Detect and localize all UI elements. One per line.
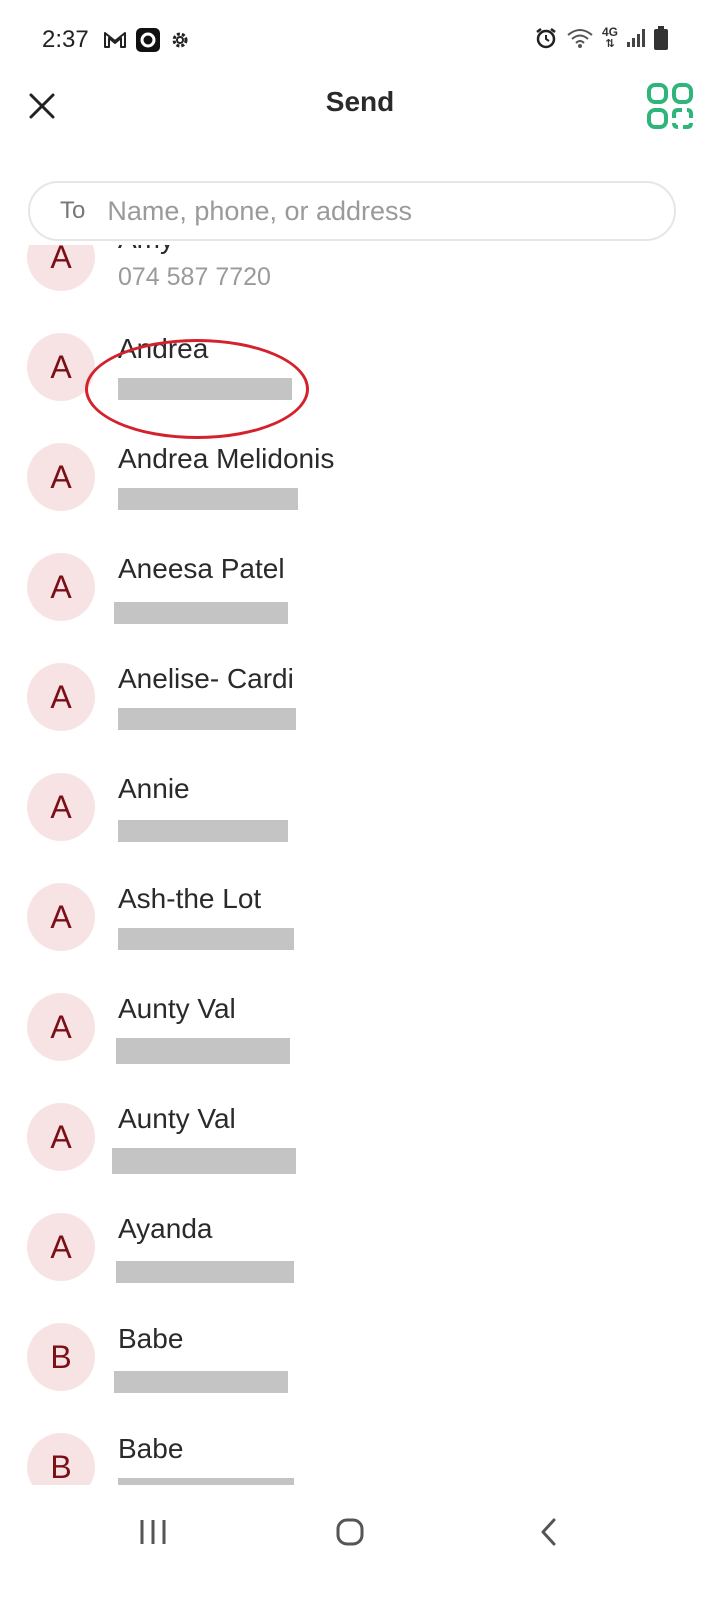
redacted-detail xyxy=(118,378,292,400)
contact-item[interactable]: A Andrea Melidonis xyxy=(0,425,720,535)
redacted-detail xyxy=(118,1478,294,1485)
contact-name: Babe xyxy=(118,1323,184,1354)
redacted-detail xyxy=(118,708,296,730)
contact-list-content: A Amy 074 587 7720 A Andrea A Andrea Mel… xyxy=(0,245,720,1485)
settings-icon xyxy=(169,29,191,51)
contact-name: Ash-the Lot xyxy=(118,883,262,914)
contact-name: Anelise- Cardi xyxy=(118,663,294,694)
redacted-detail xyxy=(116,1261,294,1283)
contact-item[interactable]: A Anelise- Cardi xyxy=(0,645,720,755)
avatar: A xyxy=(27,1103,95,1171)
to-label: To xyxy=(60,197,86,224)
home-button[interactable] xyxy=(320,1507,380,1557)
redacted-detail xyxy=(118,928,294,950)
qr-scan-icon xyxy=(647,83,693,129)
avatar: A xyxy=(27,883,95,951)
contact-item[interactable]: A Aunty Val xyxy=(0,1085,720,1195)
recents-button[interactable] xyxy=(123,1507,183,1557)
contact-name: Aunty Val xyxy=(118,1103,236,1134)
status-bar: 2:37 4G ⇅ xyxy=(0,0,720,80)
status-time: 2:37 xyxy=(42,26,89,53)
recipient-search[interactable]: To xyxy=(28,181,676,241)
contact-phone: 074 587 7720 xyxy=(118,263,271,291)
home-icon xyxy=(336,1518,364,1546)
contact-list[interactable]: A Amy 074 587 7720 A Andrea A Andrea Mel… xyxy=(0,245,720,1485)
avatar: A xyxy=(27,993,95,1061)
redacted-detail xyxy=(118,820,288,842)
contact-item[interactable]: B Babe xyxy=(0,1415,720,1485)
avatar: A xyxy=(27,663,95,731)
page-title: Send xyxy=(325,86,395,117)
network-label: 4G xyxy=(601,25,618,39)
contact-item[interactable]: A Andrea xyxy=(0,315,720,425)
avatar: A xyxy=(27,773,95,841)
redacted-detail xyxy=(114,602,288,624)
wifi-icon xyxy=(566,27,594,49)
contact-name: Andrea xyxy=(118,333,209,364)
app-bar: Send xyxy=(0,80,720,160)
avatar: B xyxy=(27,1323,95,1391)
recents-icon xyxy=(140,1520,166,1544)
contact-name: Aneesa Patel xyxy=(118,553,285,584)
contact-item[interactable]: B Babe xyxy=(0,1305,720,1415)
recipient-input[interactable] xyxy=(105,194,654,228)
contact-item[interactable]: A Aunty Val xyxy=(0,975,720,1085)
redacted-detail xyxy=(118,488,298,510)
contact-name: Babe xyxy=(118,1433,184,1464)
status-right-icons: 4G ⇅ xyxy=(534,26,668,50)
avatar: A xyxy=(27,245,95,291)
contact-name: Amy xyxy=(118,245,174,255)
avatar: A xyxy=(27,333,95,401)
avatar: A xyxy=(27,553,95,621)
back-button[interactable] xyxy=(518,1507,578,1557)
camera-app-icon xyxy=(135,27,161,53)
battery-icon xyxy=(654,26,668,50)
system-nav-bar xyxy=(0,1485,720,1600)
redacted-detail xyxy=(116,1038,290,1064)
avatar: A xyxy=(27,443,95,511)
4g-icon: 4G ⇅ xyxy=(601,25,618,50)
contact-name: Aunty Val xyxy=(118,993,236,1024)
contact-name: Ayanda xyxy=(118,1213,213,1244)
status-left-icons xyxy=(103,27,191,53)
signal-icon xyxy=(626,28,646,48)
redacted-detail xyxy=(114,1371,288,1393)
back-icon xyxy=(541,1518,556,1546)
alarm-icon xyxy=(534,26,558,50)
contact-name: Annie xyxy=(118,773,190,804)
contact-item[interactable]: A Ash-the Lot xyxy=(0,865,720,975)
contact-item[interactable]: A Amy 074 587 7720 xyxy=(0,245,720,315)
qr-scan-button[interactable] xyxy=(646,82,694,130)
redacted-detail xyxy=(112,1148,296,1174)
contact-name: Andrea Melidonis xyxy=(118,443,335,474)
contact-item[interactable]: A Annie xyxy=(0,755,720,865)
contact-item[interactable]: A Aneesa Patel xyxy=(0,535,720,645)
avatar: A xyxy=(27,1213,95,1281)
contact-item[interactable]: A Ayanda xyxy=(0,1195,720,1305)
gmail-icon xyxy=(103,30,127,50)
avatar: B xyxy=(27,1433,95,1485)
